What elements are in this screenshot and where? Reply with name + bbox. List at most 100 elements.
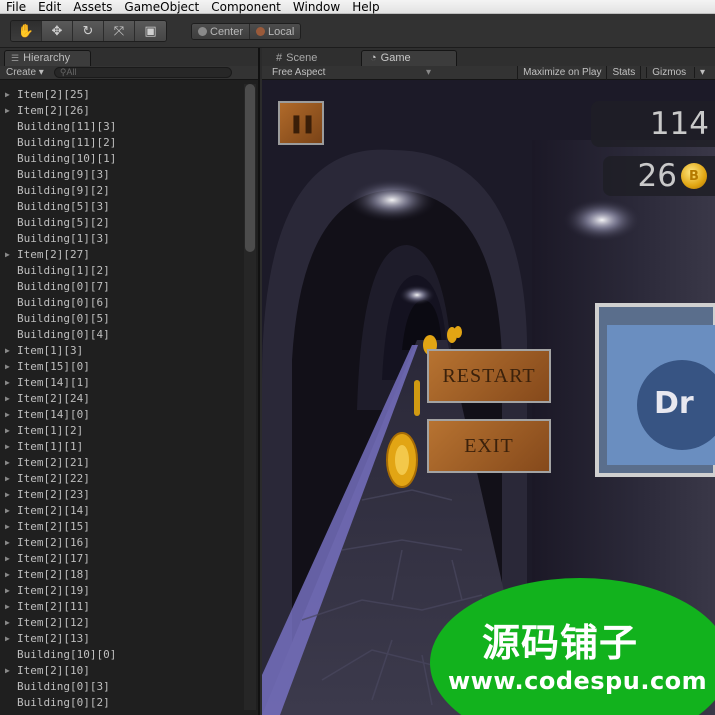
move-tool-button[interactable]: ✥ — [42, 21, 73, 41]
create-dropdown[interactable]: Create ▾ — [6, 67, 44, 78]
pivot-local-button[interactable]: Local — [250, 24, 301, 39]
hierarchy-row[interactable]: ▶ Item[2][13] — [0, 630, 244, 646]
menu-item-help[interactable]: Help — [346, 0, 385, 14]
hierarchy-row[interactable]: ▶ Item[15][0] — [0, 358, 244, 374]
hierarchy-row[interactable]: Building[1][3] — [0, 230, 244, 246]
expand-arrow-icon[interactable]: ▶ — [0, 538, 11, 547]
pivot-controls: Center Local — [191, 23, 302, 40]
expand-arrow-icon[interactable]: ▶ — [0, 586, 11, 595]
expand-arrow-icon[interactable]: ▶ — [0, 554, 11, 563]
menu-item-gameobject[interactable]: GameObject — [118, 0, 205, 14]
hierarchy-row[interactable]: ▶ Item[2][27] — [0, 246, 244, 262]
hierarchy-row[interactable]: Building[1][2] — [0, 262, 244, 278]
hierarchy-row-label: Building[0][2] — [17, 695, 110, 709]
hierarchy-row[interactable]: Building[0][2] — [0, 694, 244, 710]
hierarchy-row[interactable]: ▶ Item[2][11] — [0, 598, 244, 614]
tab-hierarchy[interactable]: ☰ Hierarchy — [4, 50, 92, 66]
expand-arrow-icon[interactable]: ▶ — [0, 250, 11, 259]
restart-button[interactable]: RESTART — [427, 349, 551, 403]
tab-scene[interactable]: # Scene — [268, 50, 325, 66]
hierarchy-row[interactable]: ▶ Item[2][12] — [0, 614, 244, 630]
expand-arrow-icon[interactable]: ▶ — [0, 618, 11, 627]
hierarchy-row[interactable]: ▶ Item[2][19] — [0, 582, 244, 598]
hierarchy-row[interactable]: Building[5][3] — [0, 198, 244, 214]
expand-arrow-icon[interactable]: ▶ — [0, 346, 11, 355]
expand-arrow-icon[interactable]: ▶ — [0, 666, 11, 675]
expand-arrow-icon[interactable]: ▶ — [0, 570, 11, 579]
hierarchy-row[interactable]: ▶ Item[2][26] — [0, 102, 244, 118]
score-display: 114 — [591, 101, 715, 147]
expand-arrow-icon[interactable]: ▶ — [0, 458, 11, 467]
expand-arrow-icon[interactable]: ▶ — [0, 506, 11, 515]
rotate-tool-button[interactable]: ↻ — [73, 21, 104, 41]
hierarchy-row[interactable]: ▶ Item[2][24] — [0, 390, 244, 406]
hierarchy-row[interactable]: Building[9][3] — [0, 166, 244, 182]
hierarchy-row[interactable]: Building[11][3] — [0, 118, 244, 134]
hierarchy-scrollbar-thumb[interactable] — [245, 84, 255, 252]
hierarchy-row[interactable]: Building[10][1] — [0, 150, 244, 166]
hierarchy-row[interactable]: ▶ Item[1][2] — [0, 422, 244, 438]
hierarchy-row[interactable]: Building[0][5] — [0, 310, 244, 326]
pivot-center-button[interactable]: Center — [192, 24, 251, 39]
aspect-dropdown[interactable]: Free Aspect — [262, 67, 426, 78]
scale-tool-button[interactable]: ⤧ — [104, 21, 135, 41]
hierarchy-row[interactable]: Building[0][7] — [0, 278, 244, 294]
expand-arrow-icon[interactable]: ▶ — [0, 426, 11, 435]
coin-symbol: B — [689, 168, 699, 184]
hierarchy-row[interactable]: Building[5][2] — [0, 214, 244, 230]
hierarchy-row[interactable]: ▶ Item[14][1] — [0, 374, 244, 390]
stats-toggle[interactable]: Stats — [606, 65, 640, 80]
expand-arrow-icon[interactable]: ▶ — [0, 378, 11, 387]
gizmos-dropdown[interactable]: Gizmos ▾ — [640, 65, 715, 80]
hierarchy-row[interactable]: Building[11][2] — [0, 134, 244, 150]
expand-arrow-icon[interactable]: ▶ — [0, 522, 11, 531]
pivot-center-icon — [198, 27, 207, 36]
hierarchy-row-label: Building[0][5] — [17, 311, 110, 325]
menu-item-assets[interactable]: Assets — [67, 0, 118, 14]
rect-tool-button[interactable]: ▣ — [135, 21, 166, 41]
hierarchy-row[interactable]: ▶ Item[1][1] — [0, 438, 244, 454]
hierarchy-row[interactable]: ▶ Item[1][3] — [0, 342, 244, 358]
hierarchy-row-label: Item[2][18] — [17, 567, 90, 581]
expand-arrow-icon[interactable]: ▶ — [0, 106, 11, 115]
expand-arrow-icon[interactable]: ▶ — [0, 90, 11, 99]
expand-arrow-icon[interactable]: ▶ — [0, 442, 11, 451]
hierarchy-search-input[interactable]: ⚲All — [53, 67, 232, 78]
expand-arrow-icon[interactable]: ▶ — [0, 394, 11, 403]
expand-arrow-icon[interactable]: ▶ — [0, 602, 11, 611]
menu-item-edit[interactable]: Edit — [32, 0, 67, 14]
expand-arrow-icon[interactable]: ▶ — [0, 634, 11, 643]
tab-game[interactable]: ◔ Game — [361, 50, 457, 66]
hierarchy-row[interactable]: ▶ Item[2][15] — [0, 518, 244, 534]
menu-bar: File Edit Assets GameObject Component Window H… — [0, 0, 715, 14]
hierarchy-row[interactable]: ▶ Item[2][14] — [0, 502, 244, 518]
rotate-tool-icon: ↻ — [82, 23, 94, 39]
hand-tool-button[interactable]: ✋ — [11, 21, 42, 41]
hierarchy-row[interactable]: ▶ Item[2][25] — [0, 86, 244, 102]
hierarchy-row[interactable]: ▶ Item[2][16] — [0, 534, 244, 550]
hierarchy-row[interactable]: Building[10][0] — [0, 646, 244, 662]
hierarchy-row[interactable]: ▶ Item[2][21] — [0, 454, 244, 470]
hierarchy-row[interactable]: Building[0][6] — [0, 294, 244, 310]
hierarchy-row[interactable]: Building[9][2] — [0, 182, 244, 198]
menu-item-window[interactable]: Window — [287, 0, 346, 14]
expand-arrow-icon[interactable]: ▶ — [0, 490, 11, 499]
hierarchy-row[interactable]: ▶ Item[2][23] — [0, 486, 244, 502]
hierarchy-row[interactable]: ▶ Item[2][22] — [0, 470, 244, 486]
hierarchy-row[interactable]: ▶ Item[2][10] — [0, 662, 244, 678]
hierarchy-row[interactable]: ▶ Item[2][18] — [0, 566, 244, 582]
hierarchy-row[interactable]: Building[0][3] — [0, 678, 244, 694]
maximize-on-play-toggle[interactable]: Maximize on Play — [517, 65, 606, 80]
hierarchy-row[interactable]: Building[0][4] — [0, 326, 244, 342]
expand-arrow-icon[interactable]: ▶ — [0, 410, 11, 419]
hierarchy-scrollbar[interactable] — [244, 84, 256, 710]
hierarchy-row-label: Building[10][1] — [17, 151, 117, 165]
pause-button[interactable]: ❚❚ — [278, 101, 324, 145]
menu-item-component[interactable]: Component — [205, 0, 287, 14]
expand-arrow-icon[interactable]: ▶ — [0, 362, 11, 371]
expand-arrow-icon[interactable]: ▶ — [0, 474, 11, 483]
hierarchy-row[interactable]: ▶ Item[2][17] — [0, 550, 244, 566]
menu-item-file[interactable]: File — [0, 0, 32, 14]
hierarchy-row[interactable]: ▶ Item[14][0] — [0, 406, 244, 422]
exit-button[interactable]: EXIT — [427, 419, 551, 473]
